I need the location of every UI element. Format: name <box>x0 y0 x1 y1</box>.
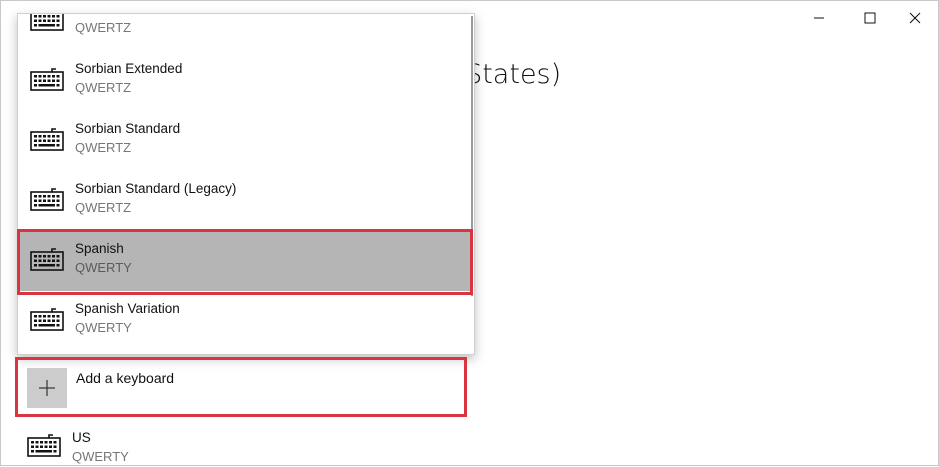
keyboard-option[interactable]: Slovenian QWERTZ <box>18 14 472 51</box>
keyboard-layout: QWERTY <box>72 449 129 464</box>
installed-keyboard-us[interactable]: US QWERTY <box>25 425 325 467</box>
plus-icon <box>39 380 55 396</box>
plus-tile <box>27 368 67 408</box>
keyboard-name: Sorbian Extended <box>75 61 183 76</box>
add-keyboard-button[interactable]: Add a keyboard <box>15 357 467 417</box>
keyboard-option[interactable]: Sorbian Standard (Legacy) QWERTZ <box>18 171 472 231</box>
keyboard-icon <box>30 248 64 271</box>
keyboard-dropdown: SlovenianQWERTZSorbian ExtendedQWERTZSor… <box>17 13 475 355</box>
keyboard-option[interactable]: Sorbian Extended QWERTZ <box>18 51 472 111</box>
keyboard-name: Sorbian Standard <box>75 121 181 136</box>
minimize-icon <box>814 17 824 19</box>
keyboard-icon <box>27 434 61 457</box>
keyboard-name: Sorbian Standard (Legacy) <box>75 181 237 196</box>
keyboard-name: Slovenian <box>75 14 134 16</box>
close-button[interactable] <box>892 1 938 35</box>
keyboard-option[interactable]: Spanish QWERTY <box>18 231 472 291</box>
add-keyboard-label: Add a keyboard <box>76 370 175 386</box>
keyboard-option[interactable]: Sorbian Standard QWERTZ <box>18 111 472 171</box>
maximize-icon <box>864 12 876 24</box>
keyboard-name: Spanish Variation <box>75 301 180 316</box>
scrollbar[interactable] <box>471 16 473 296</box>
keyboard-icon <box>30 188 64 211</box>
maximize-button[interactable] <box>847 1 893 35</box>
keyboard-layout: QWERTY <box>75 260 132 275</box>
keyboard-option[interactable]: Spanish Variation QWERTY <box>18 291 472 351</box>
keyboard-icon <box>30 68 64 91</box>
keyboard-layout: QWERTZ <box>75 20 132 35</box>
settings-window: ← l States) SlovenianQWERTZSorbian Exten… <box>0 0 939 466</box>
keyboard-icon <box>30 308 64 331</box>
keyboard-layout: QWERTZ <box>75 200 132 215</box>
keyboard-name: US <box>72 430 91 445</box>
keyboard-icon <box>30 14 64 31</box>
keyboard-icon <box>30 128 64 151</box>
keyboard-layout: QWERTZ <box>75 140 132 155</box>
minimize-button[interactable] <box>796 1 842 35</box>
close-icon <box>909 12 921 24</box>
keyboard-layout: QWERTY <box>75 320 132 335</box>
keyboard-name: Spanish <box>75 241 124 256</box>
keyboard-layout: QWERTZ <box>75 80 132 95</box>
